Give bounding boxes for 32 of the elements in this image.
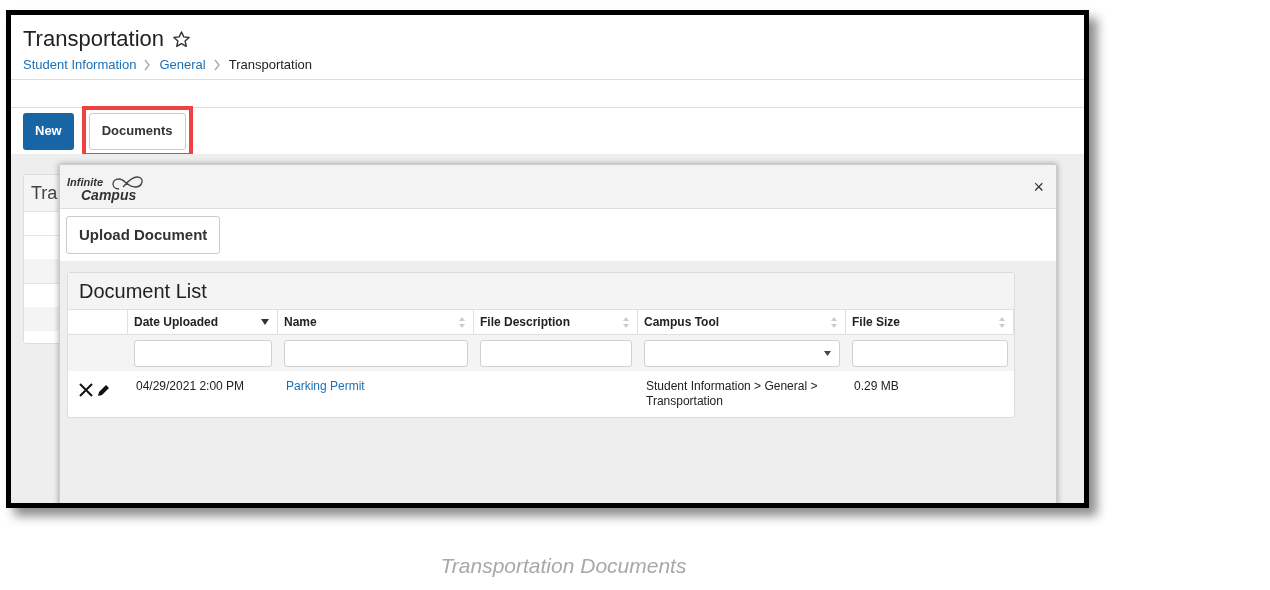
column-header[interactable]: Name [278, 310, 474, 334]
filter-dropdown[interactable] [644, 339, 840, 367]
breadcrumb-link[interactable]: Student Information [23, 55, 137, 75]
page-title: Transportation [23, 25, 165, 53]
documents-button[interactable]: Documents [88, 112, 186, 150]
filter-input[interactable] [284, 339, 468, 367]
chevron-icon [213, 58, 221, 71]
panel-title: Tra [31, 181, 58, 205]
table-cell: 04/29/2021 2:00 PM [136, 379, 245, 393]
star-icon[interactable] [172, 29, 192, 49]
breadcrumb-current: Transportation [228, 56, 313, 74]
column-header[interactable]: File Description [474, 310, 638, 334]
column-header[interactable]: Campus Tool [638, 310, 846, 334]
filter-input[interactable] [480, 339, 632, 367]
close-button[interactable]: × [1033, 177, 1044, 196]
table-cell: 0.29 MB [854, 379, 899, 393]
column-header[interactable]: File Size [846, 310, 1014, 334]
column-header[interactable]: Date Uploaded [128, 310, 278, 334]
table-cell: Student Information > General > Transportation [646, 379, 818, 408]
filter-input[interactable] [134, 339, 272, 367]
caret-icon [824, 350, 831, 356]
figure-caption: Transportation Documents [440, 554, 687, 577]
upload-document-button[interactable]: Upload Document [66, 216, 221, 254]
document-link[interactable]: Parking Permit [286, 379, 365, 393]
new-button[interactable]: New [23, 112, 74, 150]
breadcrumb-link[interactable]: General [159, 55, 206, 75]
card-title: Document List [79, 279, 207, 304]
app-logo: Infinite Campus [67, 170, 151, 203]
edit-icon[interactable] [96, 383, 110, 397]
chevron-icon [144, 58, 152, 71]
delete-icon[interactable] [79, 383, 93, 397]
filter-input[interactable] [852, 339, 1008, 367]
